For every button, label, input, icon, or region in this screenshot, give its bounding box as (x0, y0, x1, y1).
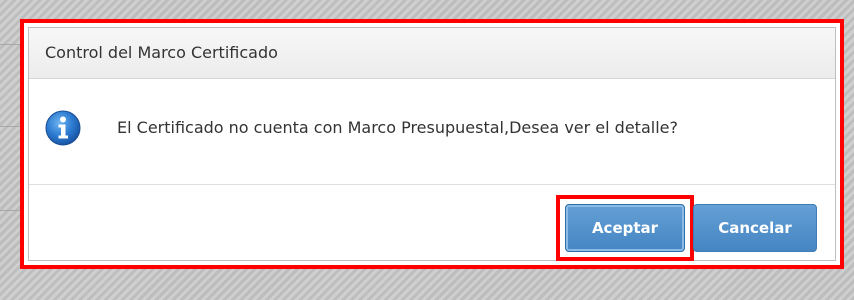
dialog-divider (29, 184, 835, 185)
dialog-highlight-frame: Control del Marco Certificado El Certifi… (20, 19, 844, 269)
info-icon (45, 110, 81, 146)
accept-button[interactable]: Aceptar (565, 204, 685, 252)
backdrop-line (0, 44, 22, 45)
cancel-button[interactable]: Cancelar (693, 204, 817, 252)
dialog-title: Control del Marco Certificado (45, 43, 278, 62)
confirmation-dialog: Control del Marco Certificado El Certifi… (28, 27, 836, 261)
backdrop-line (0, 126, 22, 127)
dialog-message: El Certificado no cuenta con Marco Presu… (117, 118, 678, 137)
backdrop-line (0, 210, 22, 211)
dialog-titlebar[interactable]: Control del Marco Certificado (29, 28, 835, 79)
